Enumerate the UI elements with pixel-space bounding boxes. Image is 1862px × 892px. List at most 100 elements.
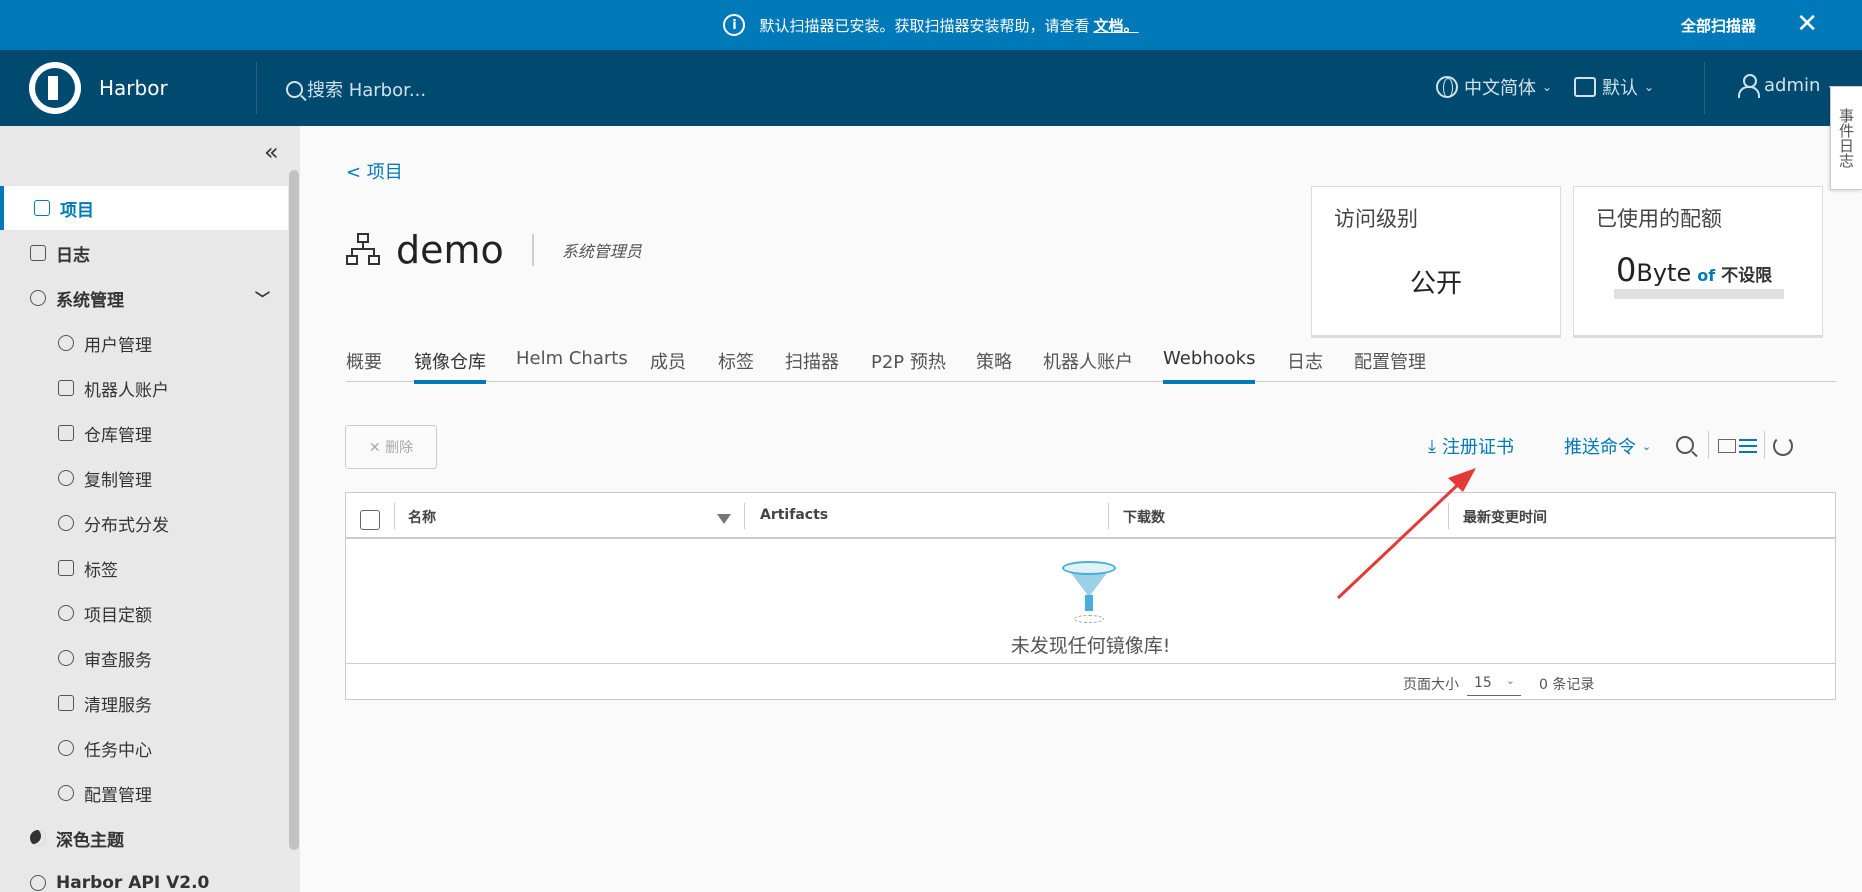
- language-selector[interactable]: 中文简体 ⌄: [1436, 74, 1552, 100]
- select-all-checkbox[interactable]: [360, 510, 380, 530]
- trash-icon: [58, 695, 74, 711]
- sidebar-item-label: 项目: [60, 200, 94, 221]
- sidebar-item-logs[interactable]: 日志: [0, 231, 288, 275]
- tab-webhooks[interactable]: Webhooks: [1163, 348, 1256, 384]
- breadcrumb-projects[interactable]: < 项目: [346, 158, 403, 184]
- tab-summary[interactable]: 概要: [346, 348, 382, 382]
- sidebar-item-clean-up[interactable]: 清理服务: [0, 681, 288, 725]
- quota-used-number: 0: [1616, 251, 1637, 289]
- tab-p2p-preheat[interactable]: P2P 预热: [871, 348, 946, 382]
- tag-icon: [58, 560, 74, 576]
- tab-repositories[interactable]: 镜像仓库: [414, 348, 486, 384]
- search-icon[interactable]: [1676, 436, 1694, 454]
- table-footer: 页面大小 15 ⌄ 0 条记录: [346, 663, 1835, 701]
- user-icon: [1738, 74, 1760, 98]
- tab-scanner[interactable]: 扫描器: [785, 348, 839, 382]
- tab-robot-accounts[interactable]: 机器人账户: [1043, 348, 1133, 382]
- global-search[interactable]: 搜索 Harbor...: [286, 76, 426, 102]
- sidebar-item-label: 清理服务: [84, 695, 152, 716]
- tab-members[interactable]: 成员: [650, 348, 686, 382]
- chevron-down-icon: ⌄: [1542, 80, 1553, 94]
- page-size-select[interactable]: 15 ⌄: [1467, 672, 1521, 696]
- list-view-icon[interactable]: [1739, 439, 1757, 453]
- sidebar-item-dark-theme[interactable]: 深色主题: [0, 816, 288, 860]
- search-input[interactable]: 搜索 Harbor...: [307, 76, 426, 102]
- column-name[interactable]: 名称: [408, 507, 436, 527]
- register-cert-label: 注册证书: [1441, 437, 1514, 458]
- chevron-down-icon: ⌄: [1505, 674, 1515, 687]
- sidebar-scrollbar[interactable]: [289, 170, 299, 850]
- sidebar-item-label: 深色主题: [56, 830, 124, 851]
- language-label: 中文简体: [1464, 78, 1536, 99]
- sidebar-item-interrogation-services[interactable]: 审查服务: [0, 636, 288, 680]
- sidebar-item-label: 分布式分发: [84, 515, 169, 536]
- record-count: 0 条记录: [1539, 677, 1595, 693]
- search-icon: [286, 80, 303, 98]
- sidebar-item-label: 审查服务: [84, 650, 152, 671]
- column-last-modified[interactable]: 最新变更时间: [1463, 507, 1547, 527]
- delete-button[interactable]: ✕ 删除: [345, 425, 437, 469]
- notification-banner: i 默认扫描器已安装。获取扫描器安装帮助，请查看 文档。 全部扫描器 ✕: [0, 0, 1862, 50]
- sidebar-item-project-quotas[interactable]: 项目定额: [0, 591, 288, 635]
- user-menu[interactable]: admin ⌄: [1738, 74, 1836, 98]
- api-icon: [30, 875, 46, 891]
- all-scanners-button[interactable]: 全部扫描器: [1681, 15, 1756, 36]
- brand-name[interactable]: Harbor: [99, 76, 168, 100]
- column-pulls[interactable]: 下载数: [1123, 507, 1165, 527]
- push-command-button[interactable]: 推送命令 ⌄: [1564, 433, 1651, 459]
- tab-helm-charts[interactable]: Helm Charts: [516, 348, 628, 382]
- sidebar-item-projects[interactable]: 项目: [0, 186, 288, 230]
- shield-icon: [58, 650, 74, 666]
- column-artifacts[interactable]: Artifacts: [760, 507, 828, 523]
- collapse-sidebar-icon[interactable]: «: [264, 138, 279, 166]
- tab-policy[interactable]: 策略: [976, 348, 1012, 382]
- sidebar-item-job-service[interactable]: 任务中心: [0, 726, 288, 770]
- access-level-value: 公开: [1409, 269, 1462, 299]
- sidebar-item-users[interactable]: 用户管理: [0, 321, 288, 365]
- sidebar-item-registries[interactable]: 仓库管理: [0, 411, 288, 455]
- close-icon[interactable]: ✕: [1796, 11, 1818, 37]
- main-content: < 项目 demo 系统管理员 访问级别 公开 已使用的配额 0 Byte of…: [300, 126, 1836, 892]
- tab-logs[interactable]: 日志: [1287, 348, 1323, 382]
- project-role: 系统管理员: [561, 242, 642, 261]
- globe-icon: [1436, 76, 1458, 98]
- quota-progress-bar: [1614, 289, 1784, 299]
- sidebar-item-distributions[interactable]: 分布式分发: [0, 501, 288, 545]
- log-icon: [30, 245, 46, 261]
- tab-configuration[interactable]: 配置管理: [1354, 348, 1426, 382]
- event-log-tab[interactable]: 事件日志: [1830, 86, 1862, 190]
- datetime-format-selector[interactable]: 默认 ⌄: [1574, 74, 1654, 100]
- chevron-down-icon: ⌄: [1642, 439, 1652, 453]
- sidebar-item-configuration[interactable]: 配置管理: [0, 771, 288, 815]
- sidebar-item-api[interactable]: Harbor API V2.0: [0, 861, 288, 892]
- column-separator: [1108, 503, 1109, 529]
- toolbar-divider: [1708, 431, 1709, 459]
- tab-labels[interactable]: 标签: [718, 348, 754, 382]
- sidebar-item-label: 仓库管理: [84, 425, 152, 446]
- sidebar-item-label: 配置管理: [84, 785, 152, 806]
- sidebar-item-replications[interactable]: 复制管理: [0, 456, 288, 500]
- sidebar-item-label: 复制管理: [84, 470, 152, 491]
- chevron-down-icon[interactable]: ﹀: [255, 288, 270, 309]
- cube-icon: [58, 425, 74, 441]
- table-header: 名称 Artifacts 下载数 最新变更时间: [346, 493, 1835, 539]
- sidebar-item-administration[interactable]: 系统管理 ﹀: [0, 276, 288, 320]
- sidebar-item-label: 机器人账户: [84, 380, 169, 401]
- gear-icon: [58, 785, 74, 801]
- banner-doc-link[interactable]: 文档。: [1094, 15, 1139, 36]
- toolbar-divider: [1764, 431, 1765, 459]
- banner-message: 默认扫描器已安装。获取扫描器安装帮助，请查看: [759, 16, 1090, 35]
- quota-limit: 不设限: [1721, 266, 1773, 286]
- sidebar-item-robot-accounts[interactable]: 机器人账户: [0, 366, 288, 410]
- quota-value: 0 Byte of 不设限: [1616, 251, 1772, 289]
- card-view-icon[interactable]: [1718, 439, 1736, 453]
- page-size-value: 15: [1474, 675, 1492, 691]
- refresh-icon[interactable]: [1773, 436, 1793, 456]
- sidebar-item-labels[interactable]: 标签: [0, 546, 288, 590]
- top-header: Harbor 搜索 Harbor... 中文简体 ⌄ 默认 ⌄ admin ⌄: [0, 50, 1862, 126]
- sidebar-item-label: Harbor API V2.0: [56, 873, 210, 892]
- harbor-logo[interactable]: [29, 62, 81, 114]
- quota-used-unit: Byte: [1636, 259, 1692, 287]
- filter-icon[interactable]: [717, 514, 731, 524]
- register-cert-button[interactable]: ⤓ 注册证书: [1428, 433, 1514, 459]
